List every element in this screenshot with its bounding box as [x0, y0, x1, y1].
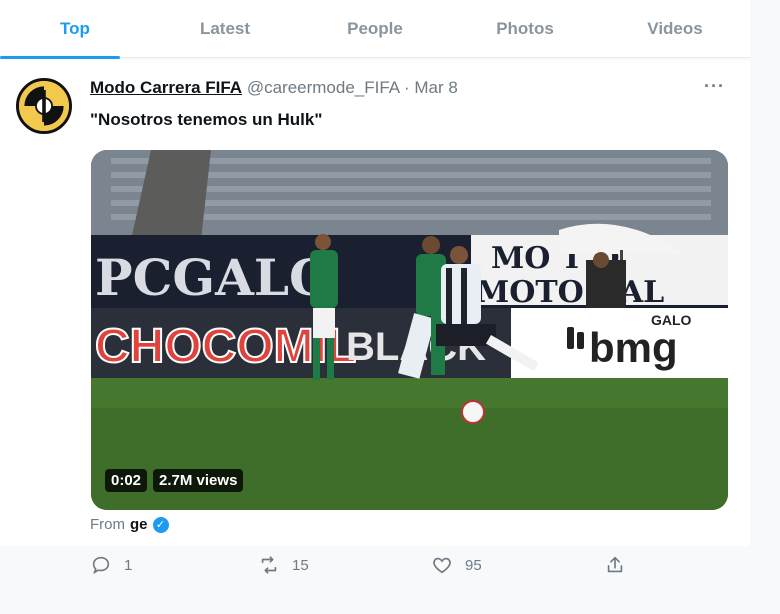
tab-latest-label: Latest: [199, 19, 251, 38]
board-moto-bottom-text: MOTO GAL: [476, 275, 664, 310]
tweet-date[interactable]: Mar 8: [414, 78, 457, 97]
video-frame: PCGALO MO T O MOTO GAL CHOCOMIL BLACK GA…: [91, 150, 728, 510]
from-label: From: [90, 516, 125, 533]
tab-videos[interactable]: Videos: [600, 0, 750, 58]
separator-dot: ·: [403, 78, 410, 97]
search-tabs: Top Latest People Photos Videos: [0, 0, 750, 59]
more-options-icon[interactable]: ···: [704, 76, 725, 97]
source-name[interactable]: ge: [130, 516, 148, 533]
active-tab-indicator: [0, 56, 120, 59]
tab-top-label: Top: [60, 19, 90, 38]
tab-photos-label: Photos: [496, 19, 554, 38]
reply-icon: [92, 556, 110, 575]
share-icon: [607, 556, 623, 573]
author-name[interactable]: Modo Carrera FIFA: [90, 78, 242, 97]
tab-latest[interactable]: Latest: [150, 0, 300, 58]
tab-photos[interactable]: Photos: [450, 0, 600, 58]
avatar[interactable]: [16, 78, 72, 134]
heart-icon: [433, 557, 451, 574]
tweet-actions: 1 15 95: [0, 546, 750, 586]
share-button[interactable]: [604, 554, 626, 576]
tweet-header: Modo Carrera FIFA @careermode_FIFA · Mar…: [90, 78, 458, 98]
video-duration: 0:02: [105, 469, 148, 492]
retweet-icon: [261, 556, 277, 574]
tweet-text: "Nosotros tenemos un Hulk": [90, 110, 323, 129]
like-button[interactable]: 95: [431, 554, 482, 576]
author-handle[interactable]: @careermode_FIFA: [247, 78, 399, 97]
tweet[interactable]: Modo Carrera FIFA @careermode_FIFA · Mar…: [0, 60, 750, 546]
board-pcgalo-text: PCGALO: [95, 248, 333, 307]
media-source: From ge ✓: [90, 516, 169, 533]
video-meta: 0:02 2.7M views: [105, 469, 244, 492]
retweet-count: 15: [292, 556, 309, 574]
tab-videos-label: Videos: [647, 19, 703, 38]
video-player[interactable]: PCGALO MO T O MOTO GAL CHOCOMIL BLACK GA…: [91, 150, 728, 510]
reply-button[interactable]: 1: [90, 554, 132, 576]
reply-count: 1: [124, 556, 133, 574]
board-bmg-text: bmg: [589, 324, 678, 371]
tab-top[interactable]: Top: [0, 0, 150, 59]
like-count: 95: [465, 556, 482, 574]
avatar-logo-icon: [19, 81, 69, 131]
retweet-button[interactable]: 15: [258, 554, 309, 576]
tab-people[interactable]: People: [300, 0, 450, 58]
tab-people-label: People: [347, 19, 403, 38]
verified-badge-icon: ✓: [152, 516, 169, 533]
video-views: 2.7M views: [153, 469, 244, 492]
